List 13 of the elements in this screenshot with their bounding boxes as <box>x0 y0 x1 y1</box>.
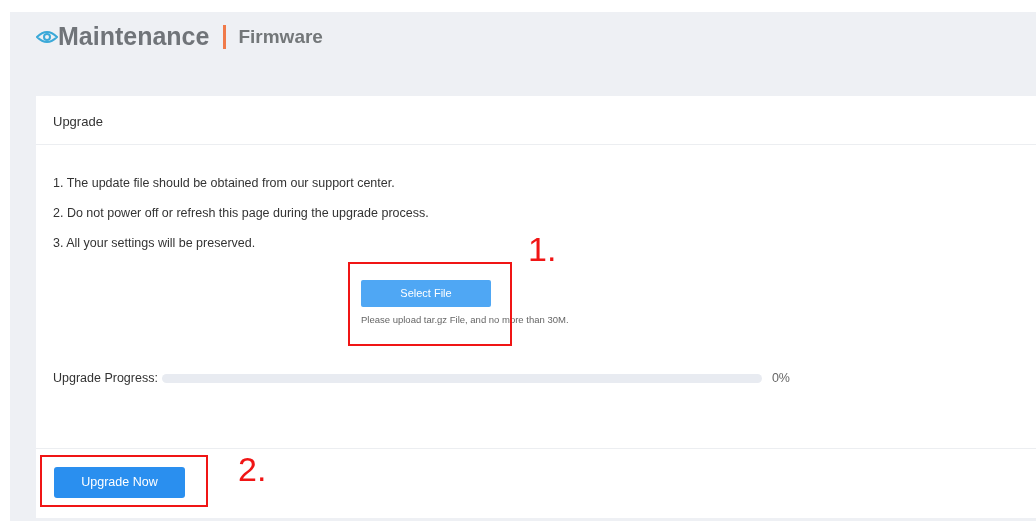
step-number: 2. <box>238 452 267 486</box>
step-number: 1. <box>528 232 557 266</box>
instruction-text: 3. All your settings will be preserved. <box>53 235 256 252</box>
page-subtitle: Firmware <box>238 25 323 49</box>
page-title: Maintenance <box>58 21 210 52</box>
instruction-text: 2. Do not power off or refresh this page during the upgrade process. <box>53 205 429 222</box>
instruction-text: 1. The update file should be obtained from our support center. <box>53 175 395 192</box>
progress-label: Upgrade Progress: <box>53 369 158 387</box>
card-title: Upgrade <box>53 114 103 129</box>
select-file-button[interactable]: Select File <box>361 280 491 307</box>
eye-icon <box>36 29 58 45</box>
progress-reading: 0% <box>771 369 790 387</box>
upgrade-now-button[interactable]: Upgrade Now <box>54 467 185 498</box>
